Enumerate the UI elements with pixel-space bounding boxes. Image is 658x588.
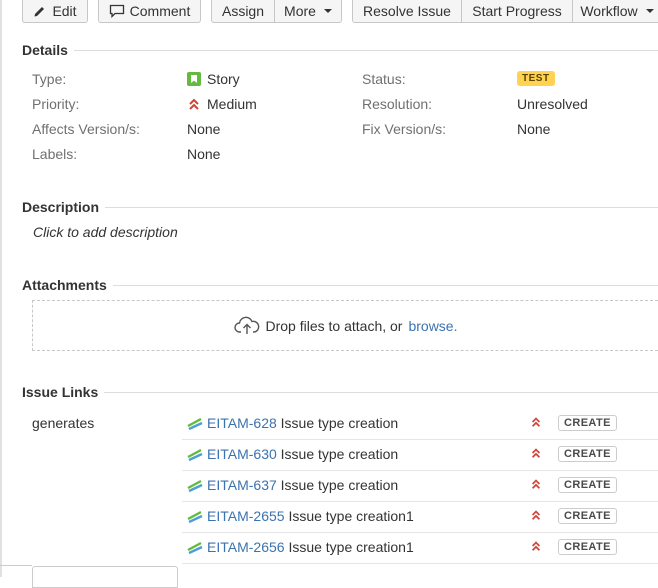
issue-link-row: EITAM-2656 Issue type creation1 CREATE	[182, 532, 658, 564]
issue-status-badge: CREATE	[558, 477, 617, 493]
type-label: Type:	[32, 71, 67, 87]
comment-label: Comment	[129, 2, 191, 19]
status-label: Status:	[362, 71, 406, 87]
subtask-icon	[187, 541, 203, 555]
pencil-icon	[34, 6, 45, 16]
attachments-divider	[22, 285, 658, 286]
chevron-down-icon	[323, 8, 332, 13]
fix-version-label: Fix Version/s:	[362, 121, 447, 137]
issue-link-row: EITAM-637 Issue type creation CREATE	[182, 470, 658, 502]
attachments-heading: Attachments	[22, 277, 113, 293]
comment-button[interactable]: Comment	[98, 0, 201, 23]
labels-value[interactable]: None	[187, 146, 220, 162]
start-progress-label: Start Progress	[472, 2, 562, 19]
issue-summary[interactable]: Issue type creation	[281, 415, 399, 431]
type-value: Story	[187, 71, 240, 87]
workflow-label: Workflow	[580, 2, 638, 19]
affects-version-label: Affects Version/s:	[32, 121, 140, 137]
edit-button[interactable]: Edit	[22, 0, 88, 23]
labels-label: Labels:	[32, 146, 78, 162]
edit-label: Edit	[52, 2, 77, 19]
priority-label: Priority:	[32, 96, 80, 112]
subtask-icon	[187, 448, 203, 462]
chevron-down-icon	[645, 8, 654, 13]
issue-links-divider	[22, 392, 658, 393]
start-progress-button[interactable]: Start Progress	[461, 0, 573, 23]
issue-link-row: EITAM-630 Issue type creation CREATE	[182, 439, 658, 471]
subtask-icon	[187, 417, 203, 431]
issue-status-badge: CREATE	[558, 446, 617, 462]
bottom-tab[interactable]	[32, 566, 178, 588]
issue-status-badge: CREATE	[558, 508, 617, 524]
issue-links-heading: Issue Links	[22, 384, 105, 400]
issue-summary[interactable]: Issue type creation1	[288, 539, 413, 555]
comment-icon	[109, 4, 124, 18]
resolve-issue-button[interactable]: Resolve Issue	[352, 0, 462, 23]
workflow-button[interactable]: Workflow	[572, 0, 658, 23]
more-button[interactable]: More	[274, 0, 342, 23]
resolution-value: Unresolved	[517, 96, 588, 112]
description-heading: Description	[22, 199, 106, 215]
issue-key-link[interactable]: EITAM-637	[207, 477, 277, 493]
issue-link-row: EITAM-2655 Issue type creation1 CREATE	[182, 501, 658, 533]
issue-summary[interactable]: Issue type creation	[281, 477, 399, 493]
resolve-issue-label: Resolve Issue	[363, 2, 451, 19]
issue-key-link[interactable]: EITAM-628	[207, 415, 277, 431]
story-icon	[187, 72, 201, 86]
priority-medium-icon	[531, 510, 541, 520]
details-divider	[22, 50, 658, 51]
browse-link[interactable]: browse.	[408, 318, 457, 334]
issue-key-link[interactable]: EITAM-2656	[207, 539, 285, 555]
priority-medium-icon	[189, 98, 199, 110]
status-value: TEST	[517, 71, 555, 86]
description-divider	[22, 207, 658, 208]
issue-key-link[interactable]: EITAM-630	[207, 446, 277, 462]
bottom-divider	[0, 565, 32, 566]
assign-label: Assign	[221, 2, 265, 19]
assign-button[interactable]: Assign	[211, 0, 275, 23]
resolution-label: Resolution:	[362, 96, 433, 112]
affects-version-value: None	[187, 121, 221, 137]
issue-key-link[interactable]: EITAM-2655	[207, 508, 285, 524]
subtask-icon	[187, 510, 203, 524]
status-badge: TEST	[517, 71, 555, 86]
more-label: More	[284, 2, 316, 19]
priority-medium-icon	[531, 448, 541, 458]
priority-medium-icon	[531, 417, 541, 427]
priority-medium-icon	[531, 479, 541, 489]
details-heading: Details	[22, 42, 74, 58]
issue-summary[interactable]: Issue type creation	[281, 446, 399, 462]
issue-status-badge: CREATE	[558, 415, 617, 431]
fix-version-value: None	[517, 121, 551, 137]
issue-status-badge: CREATE	[558, 539, 617, 555]
attachment-dropzone[interactable]: Drop files to attach, or browse.	[32, 300, 658, 351]
issue-toolbar: Edit Comment Assign More Resolve Issue S…	[0, 0, 658, 26]
left-border	[0, 0, 2, 577]
cloud-upload-icon	[233, 316, 259, 334]
type-value-text: Story	[207, 71, 240, 87]
priority-value: Medium	[187, 96, 257, 112]
priority-value-text: Medium	[207, 96, 257, 112]
description-field[interactable]: Click to add description	[33, 224, 178, 240]
dropzone-text: Drop files to attach, or	[265, 317, 403, 334]
issue-link-row: EITAM-628 Issue type creation CREATE	[182, 408, 658, 440]
link-relation-label: generates	[32, 415, 95, 431]
priority-medium-icon	[531, 541, 541, 551]
subtask-icon	[187, 479, 203, 493]
issue-summary[interactable]: Issue type creation1	[288, 508, 413, 524]
